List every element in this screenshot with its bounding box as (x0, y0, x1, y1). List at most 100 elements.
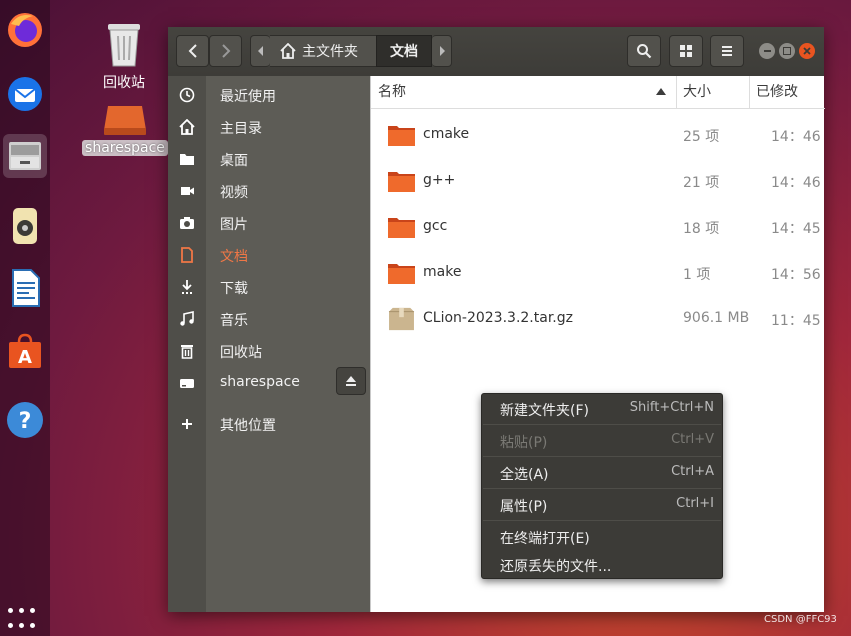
column-header-modified[interactable]: 已修改 (749, 76, 825, 109)
grid-view-icon (680, 45, 692, 57)
menu-item-label: 在终端打开(E) (500, 531, 590, 547)
menu-item-shortcut: Ctrl+A (671, 464, 714, 479)
sidebar-item-music[interactable]: 音乐 (168, 303, 370, 335)
file-row-gpp[interactable]: g++ 21 项 14：46 (371, 159, 825, 205)
music-icon (180, 311, 194, 326)
file-modified: 11：45 (771, 313, 821, 329)
file-name: CLion-2023.3.2.tar.gz (423, 310, 573, 326)
menu-item-paste[interactable]: 粘贴(P) Ctrl+V (482, 426, 722, 456)
menu-separator (483, 456, 721, 457)
column-header-name-label: 名称 (378, 84, 406, 100)
menu-separator (483, 520, 721, 521)
path-home-button[interactable]: 主文件夹 (270, 35, 376, 67)
path-documents-label: 文档 (390, 44, 418, 60)
file-row-make[interactable]: make 1 项 14：56 (371, 251, 825, 297)
help-icon[interactable]: ? (3, 398, 47, 442)
forward-button[interactable] (209, 35, 242, 67)
sidebar-item-documents[interactable]: 文档 (168, 239, 370, 271)
sidebar-item-pictures[interactable]: 图片 (168, 207, 370, 239)
desktop-trash-label: 回收站 (103, 75, 145, 91)
folder-icon (388, 264, 415, 284)
file-row-cmake[interactable]: cmake 25 项 14：46 (371, 113, 825, 159)
menu-item-label: 粘贴(P) (500, 435, 548, 451)
folder-icon (388, 126, 415, 146)
triangle-right-icon (439, 46, 445, 56)
sidebar-item-label: 图片 (220, 217, 248, 233)
software-center-icon[interactable]: A (3, 330, 47, 374)
file-size: 18 项 (683, 221, 720, 237)
sidebar-item-home[interactable]: 主目录 (168, 111, 370, 143)
menu-item-open-terminal[interactable]: 在终端打开(E) (482, 522, 722, 552)
file-size: 21 项 (683, 175, 720, 191)
minimize-button[interactable] (759, 43, 775, 59)
file-name: gcc (423, 218, 448, 234)
file-size: 906.1 MB (683, 310, 750, 326)
menu-item-label: 全选(A) (500, 467, 549, 483)
file-name: make (423, 264, 462, 280)
path-home-label: 主文件夹 (302, 44, 358, 60)
file-size: 1 项 (683, 267, 711, 283)
sidebar-item-recent[interactable]: 最近使用 (168, 79, 370, 111)
document-icon (181, 247, 193, 263)
menu-button[interactable] (710, 35, 744, 67)
close-button[interactable] (799, 43, 815, 59)
file-row-gcc[interactable]: gcc 18 项 14：45 (371, 205, 825, 251)
file-modified: 14：56 (771, 267, 821, 283)
home-icon (280, 43, 296, 59)
watermark: CSDN @FFC93 (764, 614, 837, 625)
desktop-drive-label: sharespace (82, 140, 168, 156)
menu-item-properties[interactable]: 属性(P) Ctrl+I (482, 490, 722, 520)
headerbar: 主文件夹 文档 (168, 27, 824, 76)
menu-separator (483, 488, 721, 489)
sidebar-item-label: 下载 (220, 281, 248, 297)
sidebar: 最近使用 主目录 桌面 视频 图片 文档 下载 音乐 回收站 sharespac… (168, 76, 370, 612)
sidebar-item-trash[interactable]: 回收站 (168, 335, 370, 367)
sidebar-item-sharespace[interactable]: sharespace (168, 367, 370, 399)
plus-icon (182, 419, 192, 429)
menu-item-select-all[interactable]: 全选(A) Ctrl+A (482, 458, 722, 488)
firefox-icon[interactable] (3, 8, 47, 52)
minimize-icon (763, 50, 771, 52)
archive-icon (389, 307, 414, 331)
column-header-name[interactable]: 名称 (371, 76, 676, 109)
sort-ascending-icon (656, 88, 666, 95)
desktop-drive[interactable]: sharespace (82, 104, 168, 156)
file-modified: 14：45 (771, 221, 821, 237)
eject-button[interactable] (336, 367, 366, 395)
back-button[interactable] (176, 35, 209, 67)
trash-icon (108, 24, 140, 67)
file-modified: 14：46 (771, 129, 821, 145)
path-scroll-right-button[interactable] (432, 35, 452, 67)
sidebar-item-other-locations[interactable]: 其他位置 (168, 408, 370, 440)
show-applications-icon[interactable] (8, 608, 40, 632)
search-button[interactable] (627, 35, 661, 67)
menu-item-new-folder[interactable]: 新建文件夹(F) Shift+Ctrl+N (482, 394, 722, 424)
menu-item-restore-missing[interactable]: 还原丢失的文件... (482, 550, 722, 580)
files-icon[interactable] (3, 134, 47, 178)
menu-item-shortcut: Ctrl+I (676, 496, 714, 511)
sidebar-item-label: sharespace (220, 374, 300, 390)
triangle-left-icon (257, 46, 263, 56)
menu-item-shortcut: Shift+Ctrl+N (629, 400, 714, 415)
column-header-size[interactable]: 大小 (676, 76, 749, 109)
file-name: g++ (423, 172, 456, 188)
thunderbird-icon[interactable] (3, 72, 47, 116)
maximize-button[interactable] (779, 43, 795, 59)
path-documents-button[interactable]: 文档 (376, 35, 432, 67)
search-icon (637, 44, 652, 59)
path-scroll-left-button[interactable] (250, 35, 270, 67)
folder-icon (388, 172, 415, 192)
libreoffice-writer-icon[interactable] (3, 266, 47, 310)
sidebar-item-downloads[interactable]: 下载 (168, 271, 370, 303)
sidebar-item-label: 主目录 (220, 121, 262, 137)
chevron-left-icon (188, 44, 197, 58)
sidebar-item-label: 其他位置 (220, 418, 276, 434)
desktop-trash[interactable]: 回收站 (94, 20, 154, 92)
file-row-clion-archive[interactable]: CLion-2023.3.2.tar.gz 906.1 MB 11：45 (371, 297, 825, 343)
sidebar-item-label: 桌面 (220, 153, 248, 169)
sidebar-item-videos[interactable]: 视频 (168, 175, 370, 207)
sidebar-item-desktop[interactable]: 桌面 (168, 143, 370, 175)
view-toggle-button[interactable] (669, 35, 703, 67)
recent-icon (179, 87, 195, 103)
rhythmbox-icon[interactable] (3, 204, 47, 248)
